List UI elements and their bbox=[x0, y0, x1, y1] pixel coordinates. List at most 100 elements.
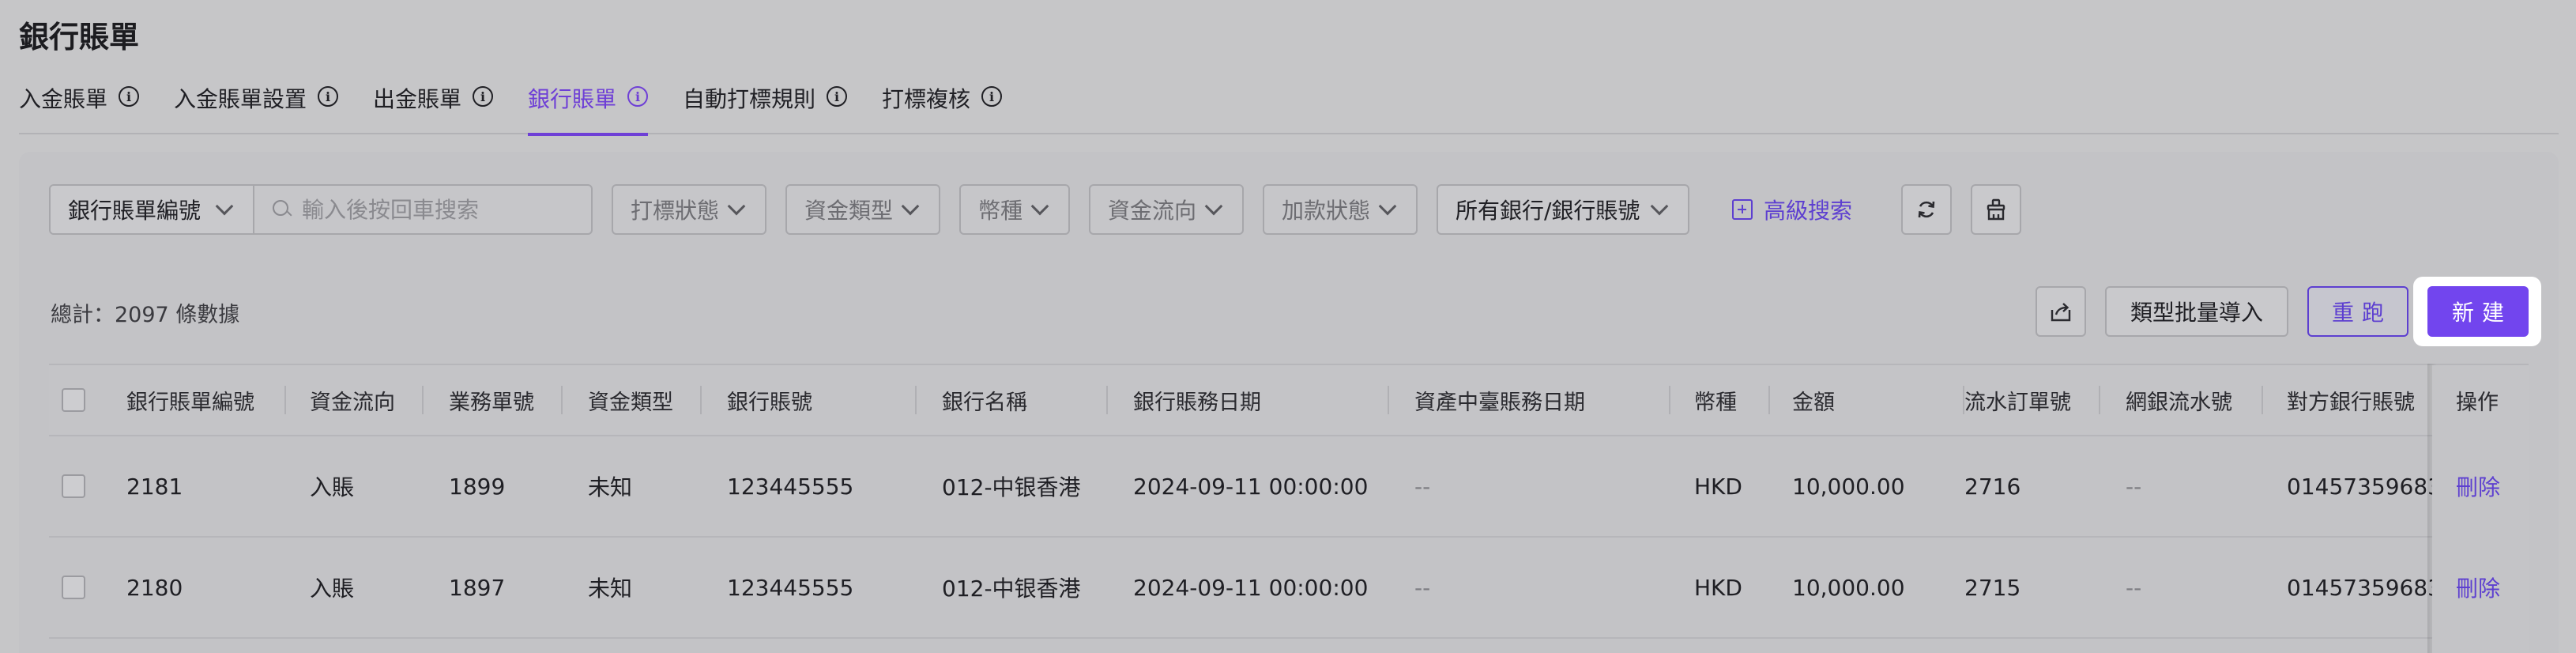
column-header[interactable]: 資產中臺賬務日期 bbox=[1414, 365, 1585, 435]
tab-label: 自動打標規則 bbox=[683, 86, 816, 112]
column-header[interactable]: 銀行賬務日期 bbox=[1133, 365, 1261, 435]
info-icon[interactable]: i bbox=[473, 86, 494, 107]
search-input[interactable] bbox=[302, 196, 591, 223]
column-header[interactable]: 銀行賬號 bbox=[727, 365, 812, 435]
info-icon[interactable]: i bbox=[119, 86, 140, 107]
cell-biz-no: 1897 bbox=[449, 574, 506, 601]
fund-flow-select[interactable]: 資金流向 bbox=[1089, 184, 1244, 235]
cell-bank-date: 2024-09-11 00:00:00 bbox=[1133, 473, 1369, 500]
column-header[interactable]: 金額 bbox=[1792, 365, 1835, 435]
column-header[interactable]: 幣種 bbox=[1694, 365, 1737, 435]
delete-link[interactable]: 刪除 bbox=[2456, 436, 2500, 536]
cell-ebank-no: -- bbox=[2126, 574, 2142, 601]
cell-counterparty: 01457359683 bbox=[2287, 473, 2442, 500]
cell-ebank-no: -- bbox=[2126, 473, 2142, 500]
tab-deposit-settings[interactable]: 入金賬單設置 i bbox=[174, 79, 339, 134]
column-header-operation: 操作 bbox=[2456, 390, 2499, 415]
column-header[interactable]: 業務單號 bbox=[449, 365, 534, 435]
tab-bar: 入金賬單 i 入金賬單設置 i 出金賬單 i 銀行賬單 i 自動打標規則 i 打標複核 i bbox=[19, 79, 2559, 136]
page-title: 銀行賬單 bbox=[19, 20, 140, 55]
total-count: 總計：2097 條數據 bbox=[51, 303, 240, 327]
refresh-button[interactable] bbox=[1901, 184, 1952, 235]
add-status-select[interactable]: 加款狀態 bbox=[1263, 184, 1418, 235]
chevron-down-icon bbox=[215, 197, 234, 216]
cell-order-no: 2715 bbox=[1964, 574, 2021, 601]
column-divider bbox=[915, 386, 917, 414]
column-header[interactable]: 銀行賬單編號 bbox=[126, 365, 254, 435]
chevron-down-icon bbox=[1030, 197, 1049, 216]
info-icon[interactable]: i bbox=[827, 86, 848, 107]
tab-mark-review[interactable]: 打標複核 i bbox=[882, 79, 1003, 134]
search-icon bbox=[272, 199, 292, 220]
info-icon[interactable]: i bbox=[981, 86, 1003, 107]
cell-asset-date: -- bbox=[1414, 574, 1431, 601]
chevron-down-icon bbox=[1378, 197, 1397, 216]
row-checkbox[interactable] bbox=[62, 474, 85, 498]
cell-account: 123445555 bbox=[727, 574, 854, 601]
cell-fund-flow: 入賬 bbox=[310, 474, 355, 500]
cell-fund-type: 未知 bbox=[588, 474, 633, 500]
column-header[interactable]: 資金類型 bbox=[588, 365, 673, 435]
select-all-checkbox[interactable] bbox=[62, 388, 85, 412]
advanced-search-button[interactable]: 高級搜索 bbox=[1732, 184, 1852, 235]
rerun-button[interactable]: 重跑 bbox=[2307, 286, 2408, 337]
tab-label: 入金賬單 bbox=[19, 86, 108, 112]
column-header[interactable]: 流水訂單號 bbox=[1964, 365, 2071, 435]
column-divider bbox=[1388, 386, 1389, 414]
tab-auto-mark-rules[interactable]: 自動打標規則 i bbox=[683, 79, 848, 134]
bank-account-select[interactable]: 所有銀行/銀行賬號 bbox=[1437, 184, 1689, 235]
column-header[interactable]: 對方銀行賬號 bbox=[2287, 365, 2415, 435]
column-header[interactable]: 網銀流水號 bbox=[2126, 365, 2232, 435]
clear-filters-button[interactable] bbox=[1971, 184, 2021, 235]
cell-fund-flow: 入賬 bbox=[310, 576, 355, 602]
cell-amount: 10,000.00 bbox=[1792, 473, 1905, 500]
chevron-down-icon bbox=[727, 197, 746, 216]
new-button[interactable]: 新建 bbox=[2427, 286, 2529, 337]
cell-currency: HKD bbox=[1694, 574, 1742, 601]
fund-type-select[interactable]: 資金類型 bbox=[785, 184, 940, 235]
column-divider bbox=[2099, 386, 2100, 414]
cell-counterparty: 01457359683 bbox=[2287, 574, 2442, 601]
cell-account: 123445555 bbox=[727, 473, 854, 500]
import-types-button[interactable]: 類型批量導入 bbox=[2105, 286, 2288, 337]
mark-status-select[interactable]: 打標狀態 bbox=[612, 184, 766, 235]
column-divider bbox=[561, 386, 563, 414]
cell-amount: 10,000.00 bbox=[1792, 574, 1905, 601]
info-icon[interactable]: i bbox=[627, 86, 649, 107]
tab-withdraw-bills[interactable]: 出金賬單 i bbox=[373, 79, 494, 134]
cell-bank: 012-中银香港 bbox=[942, 474, 1081, 500]
refresh-icon bbox=[1918, 201, 1935, 218]
export-button[interactable] bbox=[2036, 286, 2086, 337]
column-divider bbox=[1106, 386, 1108, 414]
cell-biz-no: 1899 bbox=[449, 473, 506, 500]
column-divider bbox=[1768, 386, 1770, 414]
column-divider bbox=[284, 386, 286, 414]
column-header[interactable]: 資金流向 bbox=[310, 365, 395, 435]
column-divider bbox=[422, 386, 424, 414]
tab-bank-bills[interactable]: 銀行賬單 i bbox=[528, 79, 649, 136]
plus-square-icon bbox=[1732, 199, 1753, 220]
tab-deposit-bills[interactable]: 入金賬單 i bbox=[19, 79, 140, 134]
cell-asset-date: -- bbox=[1414, 473, 1431, 500]
column-header[interactable]: 銀行名稱 bbox=[942, 365, 1027, 435]
search-field-select[interactable]: 銀行賬單編號 bbox=[51, 186, 254, 233]
search-input-wrapper bbox=[254, 186, 591, 233]
cell-bank-date: 2024-09-11 00:00:00 bbox=[1133, 574, 1369, 601]
info-icon[interactable]: i bbox=[318, 86, 339, 107]
broom-icon bbox=[1987, 198, 2005, 221]
column-divider bbox=[700, 386, 702, 414]
chevron-down-icon bbox=[1204, 197, 1223, 216]
column-divider bbox=[2262, 386, 2263, 414]
delete-link[interactable]: 刪除 bbox=[2456, 538, 2500, 637]
chevron-down-icon bbox=[901, 197, 920, 216]
cell-bank: 012-中银香港 bbox=[942, 576, 1081, 602]
table-row: 2180 入賬 1897 未知 123445555 012-中银香港 2024-… bbox=[49, 538, 2529, 639]
chevron-down-icon bbox=[1650, 197, 1669, 216]
cell-order-no: 2716 bbox=[1964, 473, 2021, 500]
currency-select[interactable]: 幣種 bbox=[959, 184, 1070, 235]
tab-label: 銀行賬單 bbox=[528, 86, 617, 112]
row-checkbox[interactable] bbox=[62, 576, 85, 599]
column-divider bbox=[1669, 386, 1670, 414]
export-icon bbox=[2051, 303, 2071, 322]
cell-bill-id: 2181 bbox=[126, 473, 183, 500]
